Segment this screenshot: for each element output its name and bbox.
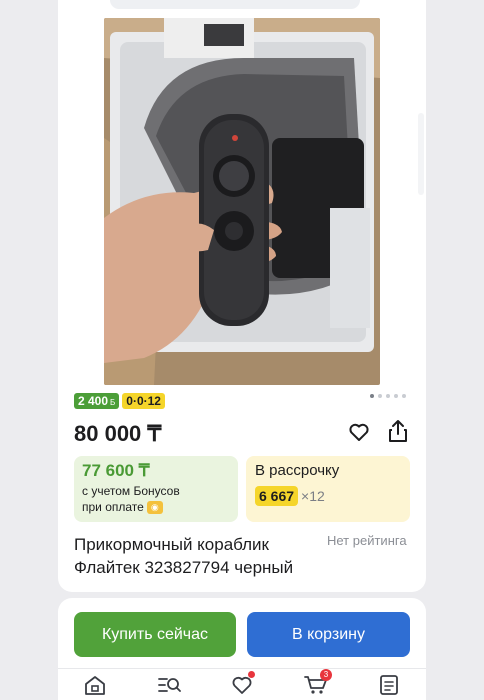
installment-months: ×12 bbox=[301, 488, 325, 504]
carousel-dot[interactable] bbox=[394, 394, 398, 398]
search-bar-edge[interactable] bbox=[110, 0, 360, 9]
orders-icon bbox=[380, 675, 398, 695]
product-title-line1: Прикормочный кораблик bbox=[74, 535, 269, 554]
product-photo[interactable] bbox=[104, 18, 380, 385]
installment-badge: 0·0·12 bbox=[122, 393, 165, 409]
product-title-line2: Флайтек 323827794 черный bbox=[74, 558, 294, 577]
kaspi-coin-icon: ◉ bbox=[146, 501, 163, 515]
rating-status[interactable]: Нет рейтинга bbox=[327, 533, 407, 548]
buy-now-button[interactable]: Купить сейчас bbox=[74, 612, 236, 657]
bonus-price-box[interactable]: 77 600 ₸ с учетом Бонусов при оплате ◉ bbox=[74, 456, 238, 522]
carousel-dot[interactable] bbox=[402, 394, 406, 398]
nav-cart[interactable]: 3 bbox=[304, 669, 332, 696]
favorites-dot bbox=[248, 671, 255, 678]
product-price: 80 000 ₸ bbox=[74, 421, 162, 446]
add-to-cart-button[interactable]: В корзину bbox=[247, 612, 410, 657]
nav-catalog[interactable] bbox=[157, 674, 181, 696]
installment-box[interactable]: В рассрочку 6 667 ×12 bbox=[246, 456, 410, 522]
installment-amount: 6 667 bbox=[255, 486, 299, 506]
carousel-dot[interactable] bbox=[386, 394, 390, 398]
nav-home[interactable] bbox=[83, 674, 107, 696]
bonus-badge-symbol: Б bbox=[110, 398, 116, 407]
bonus-badge-value: 2 400 bbox=[78, 394, 109, 408]
bonus-note-text: при оплате bbox=[82, 500, 144, 514]
bonus-note-line1: с учетом Бонусов bbox=[82, 484, 180, 498]
promo-badges: 2 400 Б 0·0·12 bbox=[74, 393, 165, 409]
catalog-search-icon bbox=[158, 678, 181, 692]
share-button[interactable] bbox=[386, 418, 410, 444]
carousel-dot[interactable] bbox=[378, 394, 382, 398]
side-scroll-handle[interactable] bbox=[418, 113, 424, 195]
installment-row: 6 667 ×12 bbox=[255, 486, 401, 506]
carousel-dots[interactable] bbox=[370, 394, 406, 398]
nav-orders[interactable] bbox=[377, 674, 401, 696]
cart-count-badge: 3 bbox=[320, 669, 332, 681]
bonus-badge: 2 400 Б bbox=[74, 393, 120, 409]
carousel-dot[interactable] bbox=[370, 394, 374, 398]
share-icon bbox=[389, 420, 407, 442]
bonus-note-line2: при оплате ◉ bbox=[82, 499, 230, 515]
bonus-price: 77 600 ₸ bbox=[82, 461, 150, 480]
heart-icon bbox=[349, 423, 369, 441]
bonus-note: с учетом Бонусов при оплате ◉ bbox=[82, 483, 230, 515]
product-title: Прикормочный кораблик Флайтек 323827794 … bbox=[74, 533, 322, 579]
nav-favorites[interactable] bbox=[230, 671, 255, 696]
home-icon bbox=[85, 676, 105, 695]
installment-label: В рассрочку bbox=[255, 462, 340, 479]
add-favorite-button[interactable] bbox=[347, 420, 371, 444]
